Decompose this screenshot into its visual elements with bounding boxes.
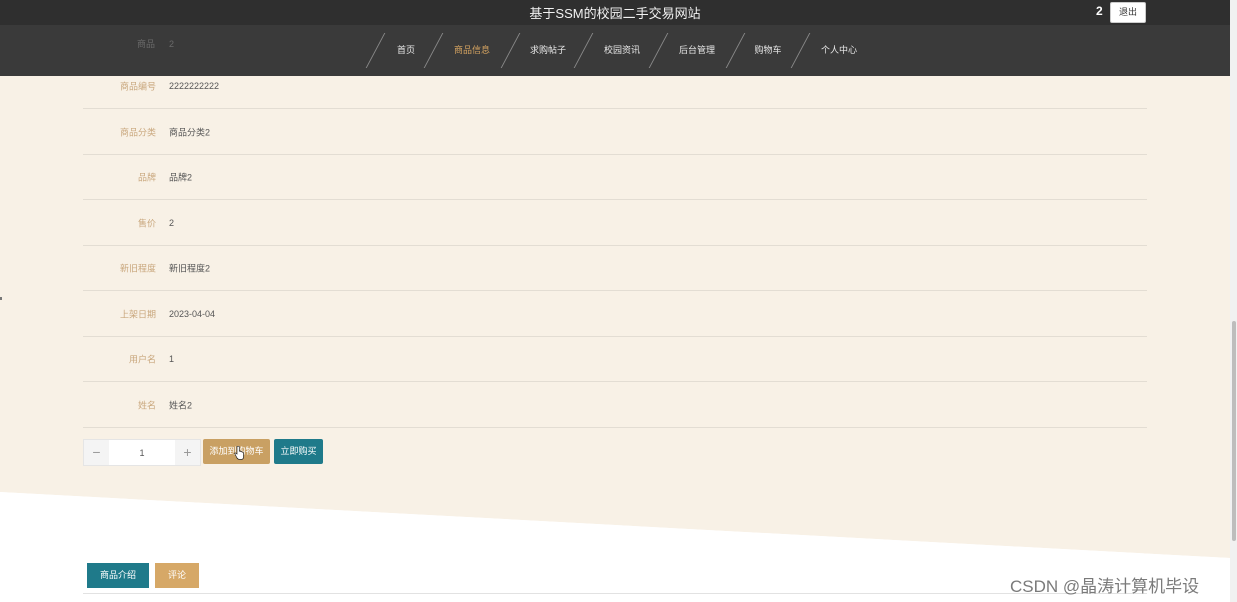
site-title: 基于SSM的校园二手交易网站 xyxy=(529,6,701,21)
row-value: 商品分类2 xyxy=(169,127,211,137)
tab-comments[interactable]: 评论 xyxy=(155,563,199,588)
scrollbar-thumb[interactable] xyxy=(1232,321,1236,541)
tab-product-intro[interactable]: 商品介绍 xyxy=(87,563,149,588)
row-label: 商品编号 xyxy=(119,81,156,91)
user-indicator: 2 xyxy=(1096,4,1103,18)
logout-button[interactable]: 退出 xyxy=(1110,2,1146,23)
row-label: 品牌 xyxy=(137,172,156,182)
quantity-decrease-button[interactable]: − xyxy=(84,440,109,465)
detail-row-product-id: 商品编号 2222222222 xyxy=(83,63,1147,109)
ghost-value: 2 xyxy=(169,39,175,49)
row-label: 售价 xyxy=(137,218,156,228)
quantity-increase-button[interactable]: + xyxy=(175,440,200,465)
quantity-input[interactable] xyxy=(109,440,175,465)
top-bar: 基于SSM的校园二手交易网站 2 退出 xyxy=(0,0,1230,25)
hand-cursor-icon xyxy=(234,446,244,460)
row-label: 上架日期 xyxy=(119,309,156,319)
detail-row-condition: 新旧程度 新旧程度2 xyxy=(83,245,1147,291)
row-value: 品牌2 xyxy=(169,172,193,182)
quantity-stepper: − + xyxy=(83,439,201,466)
row-label: 用户名 xyxy=(128,354,156,364)
page-edge-mark xyxy=(0,297,2,300)
row-label: 新旧程度 xyxy=(119,263,156,273)
row-label: 姓名 xyxy=(137,400,156,410)
detail-row-brand: 品牌 品牌2 xyxy=(83,154,1147,200)
detail-row-price: 售价 2 xyxy=(83,200,1147,246)
row-value: 2023-04-04 xyxy=(169,308,216,319)
detail-row-listing-date: 上架日期 2023-04-04 xyxy=(83,291,1147,337)
tab-divider xyxy=(83,593,1147,594)
row-value: 新旧程度2 xyxy=(169,263,211,273)
watermark: CSDN @晶涛计算机毕设 xyxy=(1010,577,1200,596)
row-value: 1 xyxy=(169,353,175,364)
row-value: 2222222222 xyxy=(169,80,220,91)
detail-row-name: 姓名 姓名2 xyxy=(83,382,1147,428)
row-value: 姓名2 xyxy=(169,400,193,410)
row-value: 2 xyxy=(169,217,175,228)
buy-now-button[interactable]: 立即购买 xyxy=(274,439,323,464)
detail-row-category: 商品分类 商品分类2 xyxy=(83,109,1147,155)
detail-row-username: 用户名 1 xyxy=(83,336,1147,382)
nav-ghost-text: 商品 2 xyxy=(137,37,188,50)
row-label: 商品分类 xyxy=(119,127,156,137)
ghost-label: 商品 xyxy=(137,39,156,49)
